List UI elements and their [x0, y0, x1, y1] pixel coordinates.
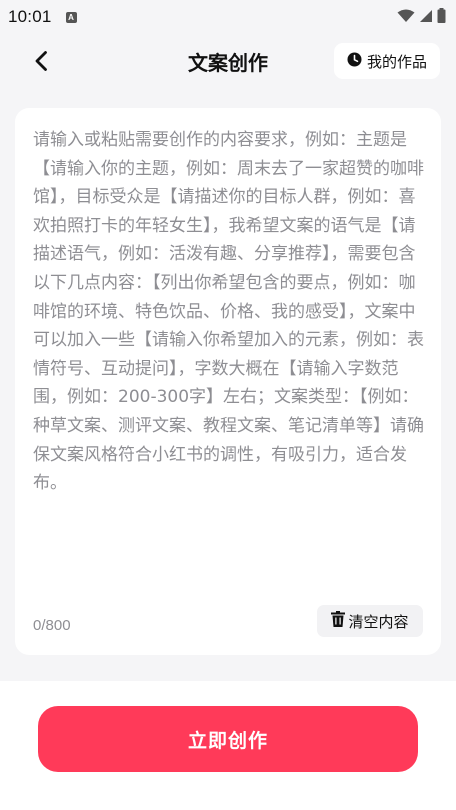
my-works-button[interactable]: 我的作品	[334, 43, 440, 79]
clear-content-button[interactable]: 清空内容	[317, 605, 423, 637]
battery-icon	[437, 7, 446, 27]
notification-a-icon: A	[65, 11, 77, 23]
bottom-panel: 立即创作	[0, 681, 456, 810]
top-bar: 文案创作 我的作品	[0, 34, 456, 90]
chevron-left-icon	[34, 50, 48, 76]
my-works-label: 我的作品	[366, 52, 427, 71]
char-count: 0/800	[33, 617, 71, 634]
content-editor[interactable]: 请输入或粘贴需要创作的内容要求，例如：主题是【请输入你的主题，例如：周末去了一家…	[15, 108, 441, 655]
clear-content-label: 清空内容	[348, 612, 409, 631]
create-now-button[interactable]: 立即创作	[38, 706, 418, 772]
trash-icon	[331, 611, 346, 631]
back-button[interactable]	[24, 46, 58, 80]
signal-icon	[419, 8, 433, 27]
content-input-placeholder[interactable]: 请输入或粘贴需要创作的内容要求，例如：主题是【请输入你的主题，例如：周末去了一家…	[33, 126, 425, 498]
status-bar: 10:01 A	[0, 0, 456, 34]
clock-icon	[347, 52, 362, 71]
status-time: 10:01	[8, 7, 52, 26]
status-icons	[397, 7, 446, 27]
wifi-icon	[397, 8, 415, 27]
